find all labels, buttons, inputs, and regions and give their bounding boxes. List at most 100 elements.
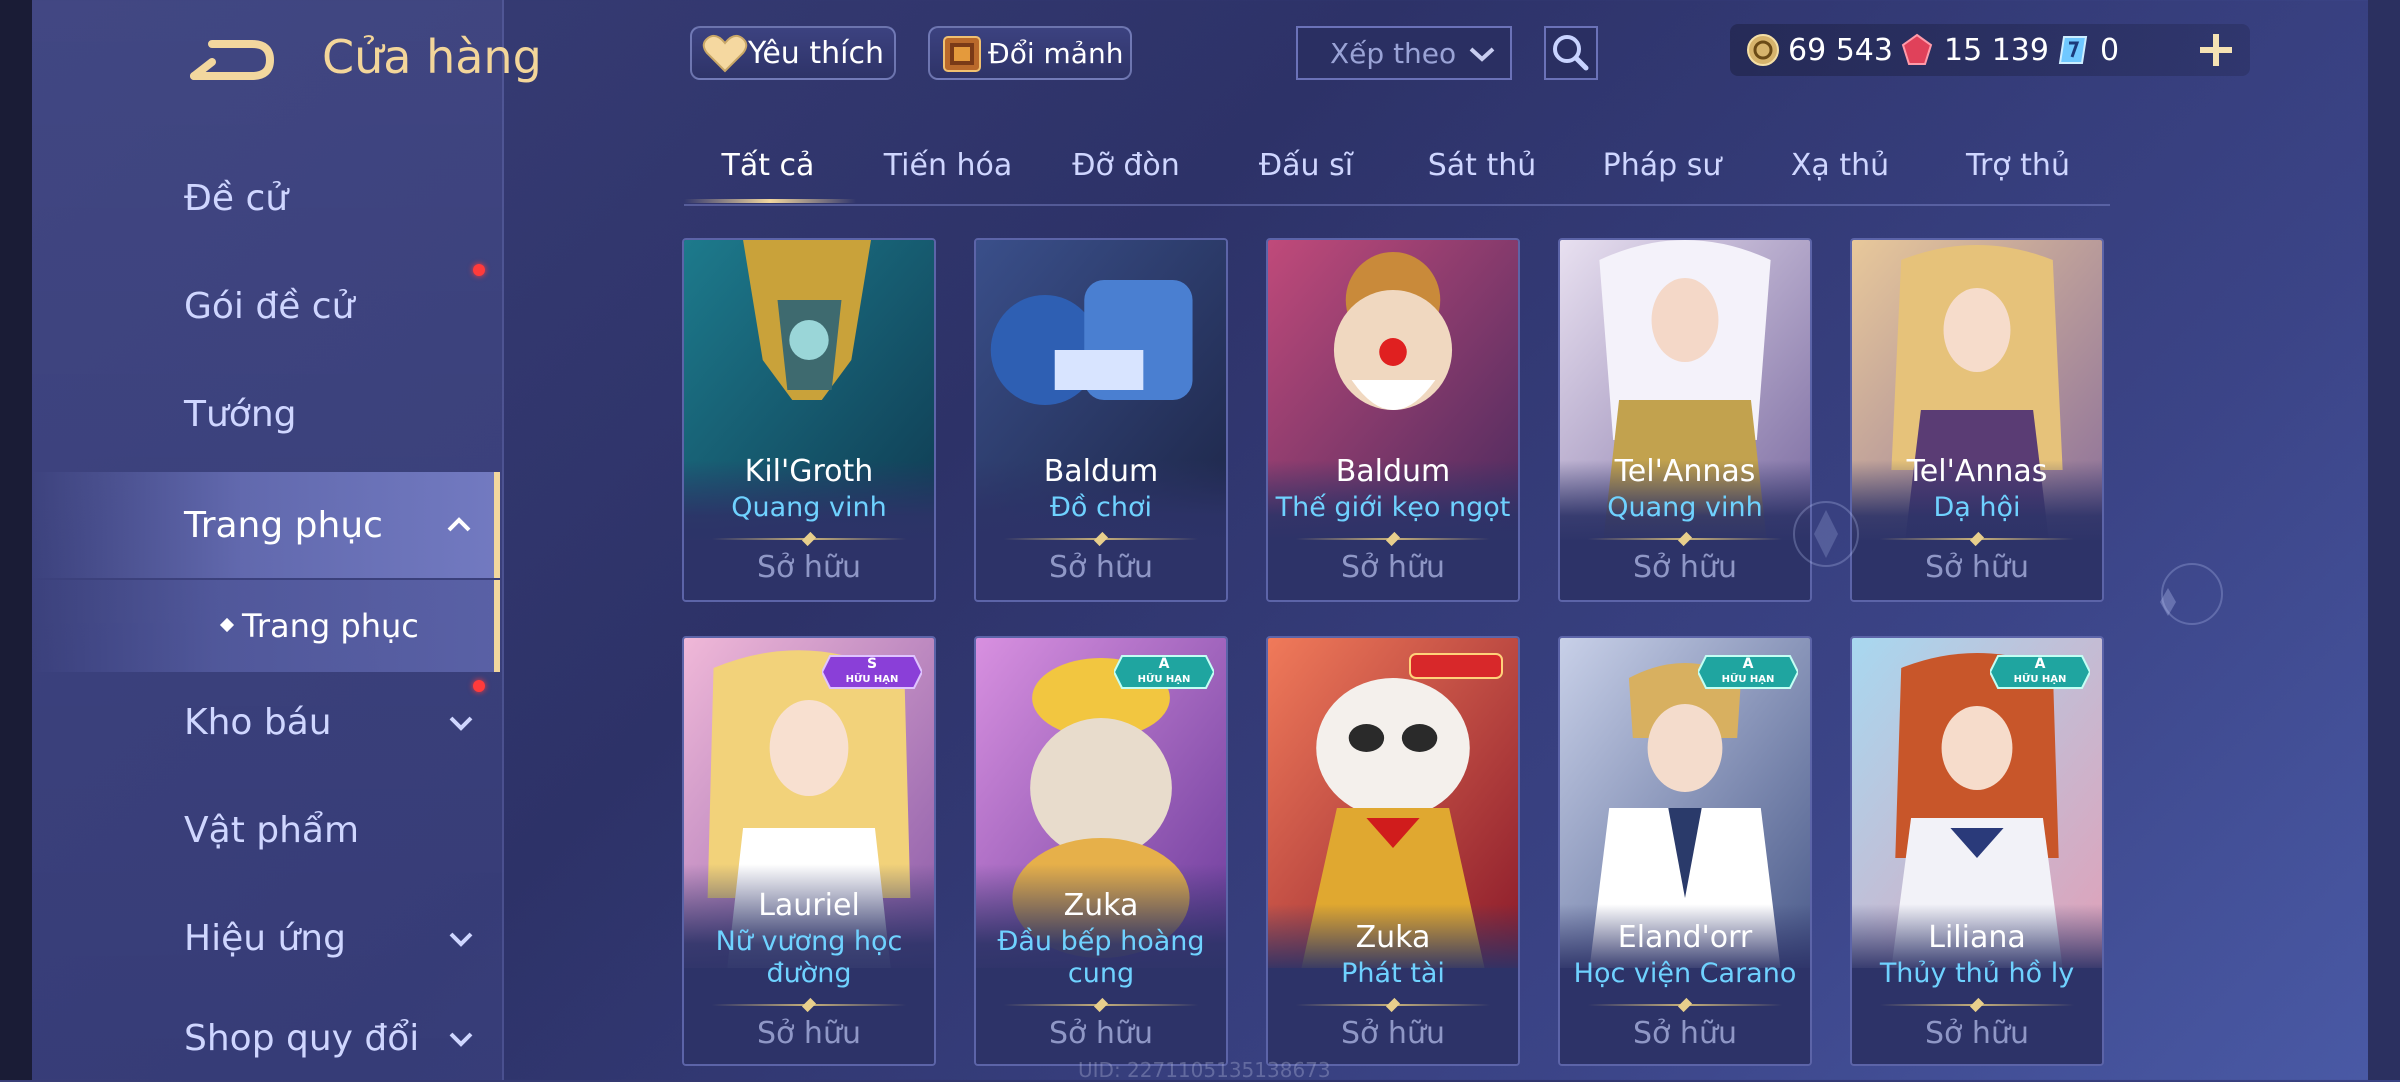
owned-status: Sở hữu bbox=[757, 1016, 861, 1051]
skin-name: Quang vinh bbox=[731, 492, 887, 523]
owned-status: Sở hữu bbox=[1633, 1016, 1737, 1051]
divider bbox=[712, 531, 906, 547]
sort-dropdown[interactable]: Xếp theo bbox=[1296, 26, 1512, 80]
owned-status: Sở hữu bbox=[1341, 550, 1445, 585]
plus-icon[interactable] bbox=[2196, 30, 2236, 70]
sidebar-item-heroes[interactable]: Tướng bbox=[32, 364, 500, 464]
tab-marksman[interactable]: Xạ thủ bbox=[1760, 148, 1920, 183]
badge-grade: S bbox=[866, 656, 878, 672]
skin-card[interactable]: A HỮU HẠN Liliana Thủy thủ hồ ly Sở hữu bbox=[1850, 636, 2104, 1066]
decorative-diamond-icon bbox=[1793, 501, 1859, 567]
active-tab-indicator bbox=[684, 199, 856, 203]
exchange-fragments-button[interactable]: Đổi mảnh bbox=[928, 26, 1132, 80]
badge-grade: A bbox=[1742, 656, 1754, 672]
divider bbox=[1588, 531, 1782, 547]
hero-name: Lauriel bbox=[758, 888, 860, 923]
skin-name-line-2: đường bbox=[766, 958, 852, 989]
divider bbox=[1004, 531, 1198, 547]
back-arrow-icon[interactable] bbox=[190, 38, 274, 84]
skin-card[interactable]: A HỮU HẠN Eland'orr Học viện Carano Sở h… bbox=[1558, 636, 1812, 1066]
tab-tank[interactable]: Đỡ đòn bbox=[1046, 148, 1206, 183]
sidebar-item-skins[interactable]: Trang phục bbox=[32, 472, 500, 578]
gem-amount: 15 139 bbox=[1944, 32, 2049, 68]
sidebar-item-label: Đề cử bbox=[184, 177, 289, 219]
tab-assassin[interactable]: Sát thủ bbox=[1402, 148, 1562, 183]
skin-name: Quang vinh bbox=[1607, 492, 1763, 523]
chevron-down-icon bbox=[449, 1032, 473, 1047]
divider bbox=[1296, 531, 1490, 547]
sidebar-item-label: Shop quy đổi bbox=[184, 1017, 420, 1059]
tab-mage[interactable]: Pháp sư bbox=[1582, 148, 1742, 183]
gold-amount: 69 543 bbox=[1788, 32, 1893, 68]
divider bbox=[1004, 997, 1198, 1013]
gold-balance: 69 543 bbox=[1746, 24, 1893, 76]
decorative-diamond-icon bbox=[2160, 563, 2223, 625]
voucher-balance: 0 bbox=[2056, 24, 2119, 76]
hero-name: Zuka bbox=[1063, 888, 1139, 923]
skin-name: Dạ hội bbox=[1933, 492, 2021, 523]
limited-badge: S HỮU HẠN bbox=[820, 652, 924, 692]
screen-edge-right bbox=[2368, 0, 2400, 1080]
sidebar-item-label: Hiệu ứng bbox=[184, 917, 346, 959]
hero-name: Baldum bbox=[1335, 454, 1451, 489]
divider bbox=[1588, 997, 1782, 1013]
divider bbox=[1880, 997, 2074, 1013]
skin-card[interactable]: Tel'Annas Quang vinh Sở hữu bbox=[1558, 238, 1812, 602]
sidebar-item-exchange-shop[interactable]: Shop quy đổi bbox=[32, 996, 500, 1080]
tab-fighter[interactable]: Đấu sĩ bbox=[1226, 148, 1386, 183]
gem-balance: 15 139 bbox=[1900, 24, 2049, 76]
hero-name: Kil'Groth bbox=[744, 454, 874, 489]
sidebar-item-items[interactable]: Vật phẩm bbox=[32, 780, 500, 880]
owned-status: Sở hữu bbox=[1341, 1016, 1445, 1051]
hero-name: Eland'orr bbox=[1617, 920, 1753, 955]
badge-label: HỮU HẠN bbox=[2013, 674, 2067, 685]
sidebar-subitem-label: Trang phục bbox=[242, 607, 419, 645]
tab-all[interactable]: Tất cả bbox=[688, 148, 848, 183]
owned-status: Sở hữu bbox=[1633, 550, 1737, 585]
screen-edge-left bbox=[0, 0, 32, 1080]
skin-card[interactable]: Zuka Phát tài Sở hữu bbox=[1266, 636, 1520, 1066]
hero-name: Liliana bbox=[1928, 920, 2026, 955]
sidebar-item-treasure[interactable]: Kho báu bbox=[32, 672, 500, 772]
hero-name: Tel'Annas bbox=[1906, 454, 2048, 489]
sidebar-item-recommended-bundles[interactable]: Gói đề cử bbox=[32, 256, 500, 356]
red-gem-icon bbox=[1901, 33, 1933, 65]
badge-grade: A bbox=[1158, 656, 1170, 672]
skin-card[interactable]: Kil'Groth Quang vinh Sở hữu bbox=[682, 238, 936, 602]
user-id: UID: 2271105135138673 bbox=[1078, 1058, 1331, 1082]
tab-evolution[interactable]: Tiến hóa bbox=[868, 148, 1028, 183]
owned-status: Sở hữu bbox=[1049, 550, 1153, 585]
chevron-up-icon bbox=[447, 517, 471, 532]
badge-label: HỮU HẠN bbox=[1721, 674, 1775, 685]
skin-card[interactable]: Baldum Thế giới kẹo ngọt Sở hữu bbox=[1266, 238, 1520, 602]
chevron-down-icon bbox=[1469, 47, 1495, 62]
skin-card[interactable]: Baldum Đồ chơi Sở hữu bbox=[974, 238, 1228, 602]
skin-card[interactable]: Tel'Annas Dạ hội Sở hữu bbox=[1850, 238, 2104, 602]
divider bbox=[1296, 997, 1490, 1013]
gold-coin-icon bbox=[1747, 34, 1779, 66]
sidebar-item-effects[interactable]: Hiệu ứng bbox=[32, 888, 500, 988]
sidebar-item-label: Vật phẩm bbox=[184, 809, 360, 851]
sidebar-item-recommended[interactable]: Đề cử bbox=[32, 148, 500, 248]
sidebar-subitem-skins[interactable]: Trang phục bbox=[32, 580, 500, 672]
owned-status: Sở hữu bbox=[757, 550, 861, 585]
sidebar-item-label: Kho báu bbox=[184, 701, 332, 743]
hero-name: Tel'Annas bbox=[1614, 454, 1756, 489]
skin-name: Thủy thủ hồ ly bbox=[1879, 958, 2075, 989]
chevron-down-icon bbox=[449, 716, 473, 731]
skin-card[interactable]: S HỮU HẠN Lauriel Nữ vương học đường Sở … bbox=[682, 636, 936, 1066]
favorite-button[interactable]: Yêu thích bbox=[690, 26, 896, 80]
voucher-amount: 0 bbox=[2100, 32, 2120, 68]
badge-label: HỮU HẠN bbox=[845, 674, 899, 685]
exchange-label: Đổi mảnh bbox=[988, 36, 1124, 70]
skin-card[interactable]: A HỮU HẠN Zuka Đầu bếp hoàng cung Sở hữu bbox=[974, 636, 1228, 1066]
badge-grade: A bbox=[2034, 656, 2046, 672]
tab-support[interactable]: Trợ thủ bbox=[1938, 148, 2098, 183]
owned-status: Sở hữu bbox=[1049, 1016, 1153, 1051]
hero-name: Baldum bbox=[1043, 454, 1159, 489]
search-button[interactable] bbox=[1544, 26, 1598, 80]
fragment-chest-icon bbox=[943, 36, 981, 72]
sidebar-item-label: Trang phục bbox=[184, 504, 383, 546]
skin-name-line-1: Đầu bếp hoàng bbox=[997, 926, 1205, 957]
owned-status: Sở hữu bbox=[1925, 550, 2029, 585]
